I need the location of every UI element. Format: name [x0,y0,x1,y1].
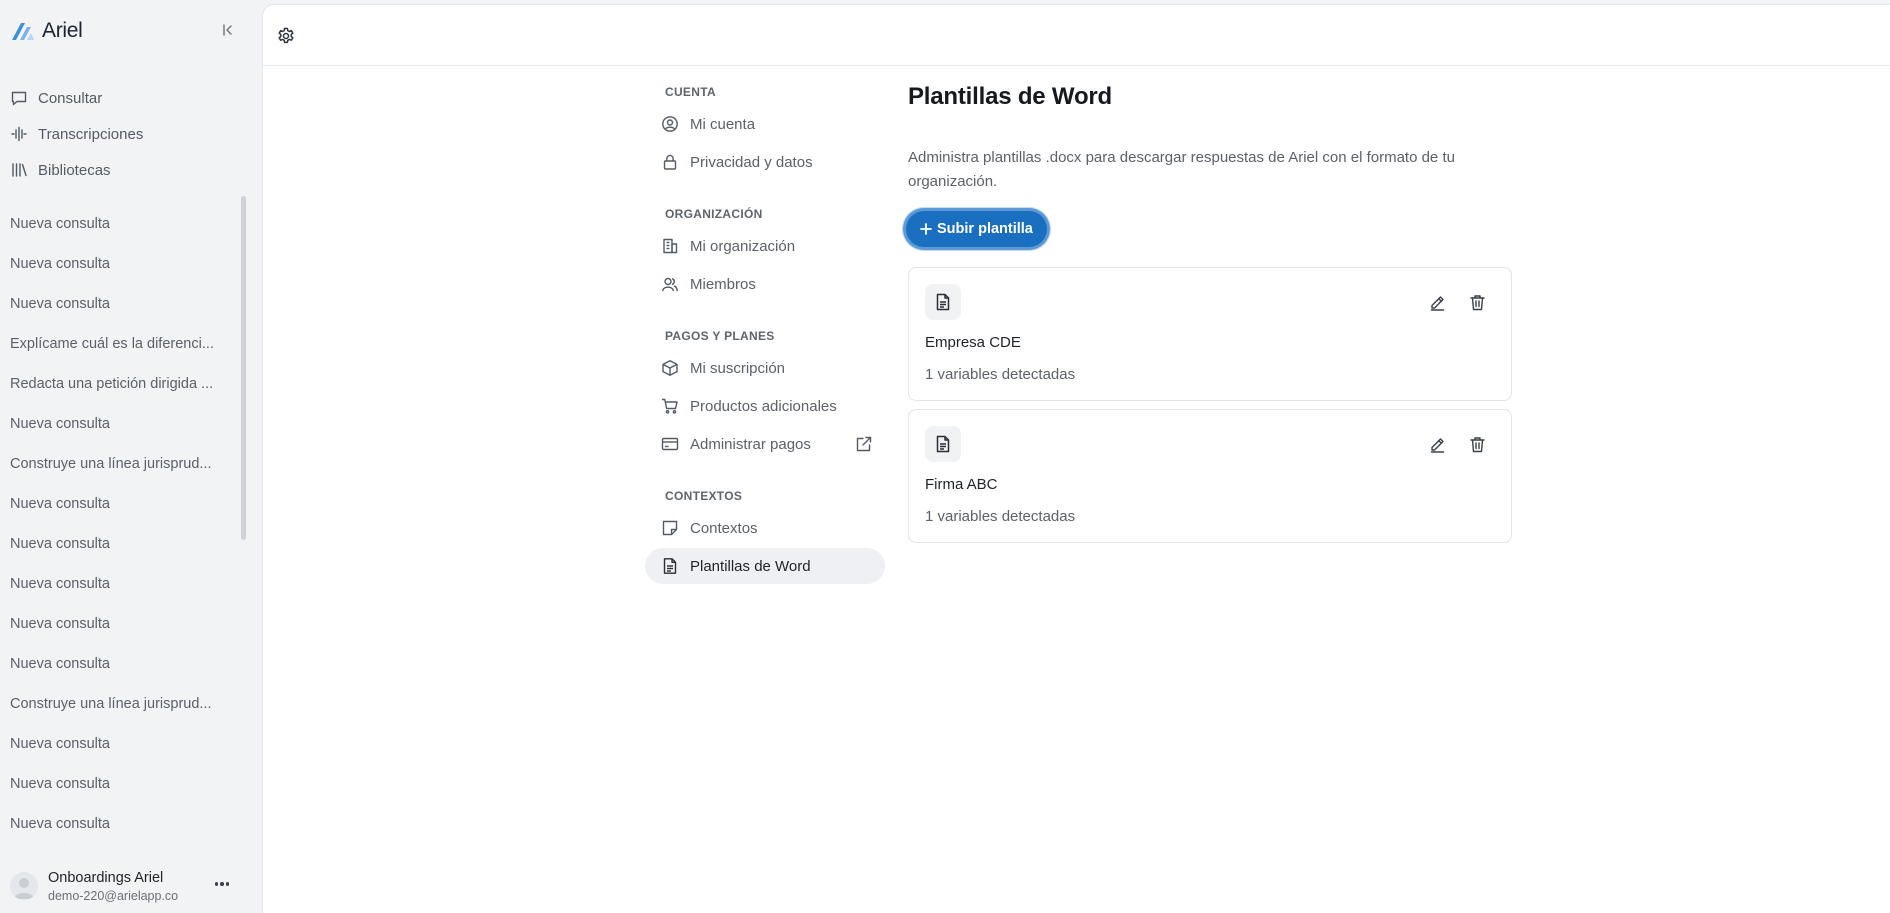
section-label-cuenta: CUENTA [665,85,716,99]
external-link-icon [855,435,873,453]
section-label-contextos: CONTEXTOS [665,489,743,503]
document-icon [925,426,961,462]
brand[interactable]: Ariel [10,18,83,44]
main-panel: CUENTA Mi cuenta Privacidad y datos ORGA… [262,4,1890,913]
history-item[interactable]: Nueva consulta [0,724,240,764]
collapse-left-icon [221,23,235,37]
template-card[interactable]: Firma ABC 1 variables detectadas [908,409,1512,543]
delete-template-button[interactable] [1467,292,1487,312]
waveform-icon [10,125,28,143]
settings-item-plantillas-word[interactable]: Plantillas de Word [645,548,885,584]
gear-icon [276,26,296,46]
more-options-button[interactable] [210,874,234,894]
history-item[interactable]: Nueva consulta [0,764,240,804]
chat-icon [10,89,28,107]
settings-item-privacidad[interactable]: Privacidad y datos [645,144,885,180]
settings-item-mi-suscripcion[interactable]: Mi suscripción [645,350,885,386]
edit-template-button[interactable] [1427,292,1447,312]
file-text-icon [661,557,679,575]
document-icon [925,284,961,320]
page-description: Administra plantillas .docx para descarg… [908,149,1455,190]
section-label-pagos: PAGOS Y PLANES [665,329,775,343]
template-name: Firma ABC [925,476,998,493]
sidebar: Ariel Consultar Transcripciones Bibliote… [0,0,262,913]
settings-button[interactable] [276,26,296,46]
main-nav: Consultar Transcripciones Bibliotecas [0,80,262,188]
history-item[interactable]: Construye una línea jurisprud... [0,444,240,484]
user-circle-icon [661,115,679,133]
nav-item-label: Transcripciones [38,125,144,143]
history-item[interactable]: Nueva consulta [0,644,240,684]
settings-item-label: Productos adicionales [690,397,837,415]
settings-item-label: Mi organización [690,237,796,255]
history-item[interactable]: Nueva consulta [0,484,240,524]
template-variables: 1 variables detectadas [925,366,1076,383]
template-name: Empresa CDE [925,334,1021,351]
settings-item-mi-cuenta[interactable]: Mi cuenta [645,106,885,142]
user-email: demo-220@arielapp.co [48,889,179,903]
trash-icon [1469,436,1486,453]
settings-item-label: Plantillas de Word [690,557,811,575]
settings-item-label: Mi suscripción [690,359,786,377]
settings-item-label: Privacidad y datos [690,153,813,171]
building-icon [661,237,679,255]
history-item[interactable]: Nueva consulta [0,604,240,644]
settings-item-label: Miembros [690,275,756,293]
note-icon [661,519,679,537]
app-name: Ariel [42,19,83,42]
package-icon [661,359,679,377]
top-bar [263,5,1890,66]
history-item[interactable]: Nueva consulta [0,244,240,284]
cart-icon [661,397,679,415]
nav-item-transcripciones[interactable]: Transcripciones [0,116,262,152]
pencil-icon [1429,436,1446,453]
history-item[interactable]: Nueva consulta [0,524,240,564]
more-dots-icon [214,882,219,886]
user-profile[interactable]: Onboardings Ariel demo-220@arielapp.co [0,866,262,910]
upload-template-button[interactable]: Subir plantilla [906,211,1047,247]
users-icon [661,275,679,293]
history-item[interactable]: Redacta una petición dirigida ... [0,364,240,404]
nav-item-bibliotecas[interactable]: Bibliotecas [0,152,262,188]
history-item[interactable]: Nueva consulta [0,804,240,844]
nav-item-label: Consultar [38,89,103,107]
trash-icon [1469,294,1486,311]
history-item[interactable]: Nueva consulta [0,564,240,604]
template-card[interactable]: Empresa CDE 1 variables detectadas [908,267,1512,401]
credit-card-icon [661,435,679,453]
plus-icon [920,223,932,235]
settings-item-administrar-pagos[interactable]: Administrar pagos [645,426,885,462]
template-variables: 1 variables detectadas [925,508,1076,525]
history-item[interactable]: Construye una línea jurisprud... [0,684,240,724]
settings-item-mi-organizacion[interactable]: Mi organización [645,228,885,264]
page-title: Plantillas de Word [908,83,1112,110]
history-scrollbar[interactable] [241,196,246,540]
history-item[interactable]: Explícame cuál es la diferenci... [0,324,240,364]
history-item[interactable]: Nueva consulta [0,204,240,244]
settings-item-label: Administrar pagos [690,435,811,453]
library-icon [10,161,28,179]
nav-item-label: Bibliotecas [38,161,111,179]
user-name: Onboardings Ariel [48,870,164,886]
nav-item-consultar[interactable]: Consultar [0,80,262,116]
edit-template-button[interactable] [1427,434,1447,454]
delete-template-button[interactable] [1467,434,1487,454]
lock-icon [661,153,679,171]
settings-item-label: Mi cuenta [690,115,756,133]
settings-item-productos[interactable]: Productos adicionales [645,388,885,424]
history-item[interactable]: Nueva consulta [0,284,240,324]
ariel-logo-icon [10,20,36,42]
avatar [10,872,38,900]
upload-template-label: Subir plantilla [937,221,1033,237]
conversation-history: Nueva consulta Nueva consulta Nueva cons… [0,204,240,844]
collapse-sidebar-button[interactable] [218,20,238,40]
settings-item-label: Contextos [690,519,758,537]
pencil-icon [1429,294,1446,311]
history-item[interactable]: Nueva consulta [0,404,240,444]
settings-item-miembros[interactable]: Miembros [645,266,885,302]
settings-item-contextos[interactable]: Contextos [645,510,885,546]
section-label-organizacion: ORGANIZACIÓN [665,207,763,221]
